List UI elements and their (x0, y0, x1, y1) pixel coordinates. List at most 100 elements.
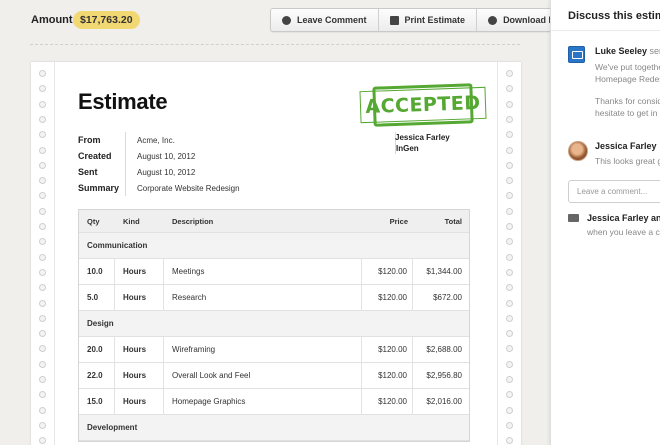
cell-qty: 10.0 (79, 259, 115, 284)
cell-description: Overall Look and Feel (164, 363, 362, 388)
amount-value-badge: $17,763.20 (73, 11, 140, 29)
print-estimate-label: Print Estimate (404, 15, 466, 25)
client-name: Jessica Farley (395, 132, 485, 143)
group-row-design: Design (79, 311, 469, 337)
message-author: Luke Seeley sent (595, 46, 660, 56)
meta-separator (125, 180, 126, 196)
punch-hole (39, 314, 46, 322)
punch-hole (506, 207, 513, 215)
punch-holes-left (31, 62, 55, 445)
cell-qty: 15.0 (79, 389, 115, 414)
punch-hole (506, 223, 513, 230)
punch-hole (506, 100, 513, 108)
meta-row-from: From Acme, Inc. (78, 132, 408, 148)
header-qty: Qty (87, 216, 100, 226)
punch-hole (506, 406, 513, 414)
punch-hole (506, 238, 513, 246)
message-author: Jessica Farley (595, 141, 657, 151)
punch-hole (39, 100, 46, 108)
client-info: Jessica Farley InGen (395, 132, 485, 154)
punch-hole (506, 345, 513, 353)
estimate-toolbar: Leave Comment Print Estimate Download PD… (270, 8, 579, 32)
header-description: Description (172, 216, 214, 226)
sidebar-title: Discuss this estimate (568, 10, 660, 22)
punch-hole (506, 314, 513, 322)
punch-hole (506, 391, 513, 399)
punch-hole (506, 253, 513, 261)
download-icon (488, 15, 498, 25)
cell-qty: 5.0 (79, 285, 115, 310)
punch-hole (39, 115, 46, 123)
leave-comment-button[interactable]: Leave Comment (271, 9, 379, 31)
meta-value: Acme, Inc. (137, 135, 175, 145)
cell-kind: Hours (115, 259, 164, 284)
punch-hole (506, 330, 513, 338)
cell-total: $2,688.00 (426, 345, 462, 354)
cell-price: $120.00 (362, 259, 413, 284)
punch-hole (39, 345, 46, 353)
punch-hole (39, 238, 46, 246)
cell-kind: Hours (115, 389, 164, 414)
comment-input[interactable]: Leave a comment... (568, 180, 660, 203)
punch-hole (39, 70, 46, 77)
table-row: 22.0 Hours Overall Look and Feel $120.00… (79, 363, 469, 389)
punch-hole (39, 223, 46, 230)
cell-description: Meetings (164, 259, 362, 284)
punch-hole (506, 299, 513, 307)
cell-qty: 22.0 (79, 363, 115, 388)
estimate-meta: From Acme, Inc. Created August 10, 2012 … (78, 132, 408, 196)
client-company-text: InGen (396, 144, 419, 153)
punch-hole (39, 284, 46, 292)
cell-kind: Hours (115, 285, 164, 310)
leave-comment-label: Leave Comment (297, 15, 367, 25)
header-divider (30, 44, 520, 45)
punch-hole (39, 437, 46, 445)
punch-hole (39, 131, 46, 139)
cell-price: $120.00 (362, 337, 413, 362)
message-line: We've put together (595, 62, 660, 72)
message-line: Homepage Redes (595, 74, 660, 84)
estimate-paper: Estimate ACCEPTED From Acme, Inc. Create… (31, 62, 521, 445)
discussion-sidebar: Discuss this estimate Luke Seeley sent W… (550, 0, 660, 445)
meta-key: Created (78, 151, 112, 161)
cell-description: Research (164, 285, 362, 310)
punch-hole (506, 360, 513, 368)
punch-hole (506, 268, 513, 276)
sidebar-divider (551, 30, 660, 31)
meta-key: Summary (78, 183, 120, 193)
punch-hole (39, 360, 46, 368)
cell-price: $120.00 (362, 389, 413, 414)
punch-hole (39, 391, 46, 399)
cell-kind: Hours (115, 337, 164, 362)
author-verb: sent (649, 46, 660, 56)
cell-total: $1,344.00 (426, 267, 462, 276)
header-total: Total (444, 216, 462, 226)
printer-icon (389, 15, 399, 25)
print-estimate-button[interactable]: Print Estimate (379, 9, 478, 31)
meta-key: Sent (78, 167, 98, 177)
table-row: 15.0 Hours Homepage Graphics $120.00 $2,… (79, 389, 469, 415)
punch-hole (39, 85, 46, 93)
punch-hole (506, 146, 513, 154)
header-price: Price (389, 216, 408, 226)
avatar (568, 141, 588, 161)
punch-hole (506, 437, 513, 445)
group-name: Development (87, 423, 138, 432)
punch-hole (39, 330, 46, 338)
client-name-text: Jessica Farley (395, 133, 450, 142)
punch-hole (39, 406, 46, 414)
meta-row-sent: Sent August 10, 2012 (78, 164, 408, 180)
punch-hole (39, 421, 46, 429)
meta-row-created: Created August 10, 2012 (78, 148, 408, 164)
comment-icon (282, 15, 291, 25)
cell-total: $2,016.00 (426, 397, 462, 406)
meta-value: August 10, 2012 (137, 167, 196, 177)
punch-hole (39, 253, 46, 261)
punch-hole (506, 161, 513, 169)
author-name: Luke Seeley (595, 46, 648, 56)
cell-description: Wireframing (164, 337, 362, 362)
cell-qty: 20.0 (79, 337, 115, 362)
group-name: Design (87, 319, 114, 328)
cell-description: Homepage Graphics (164, 389, 362, 414)
cell-total: $2,956.80 (426, 371, 462, 380)
